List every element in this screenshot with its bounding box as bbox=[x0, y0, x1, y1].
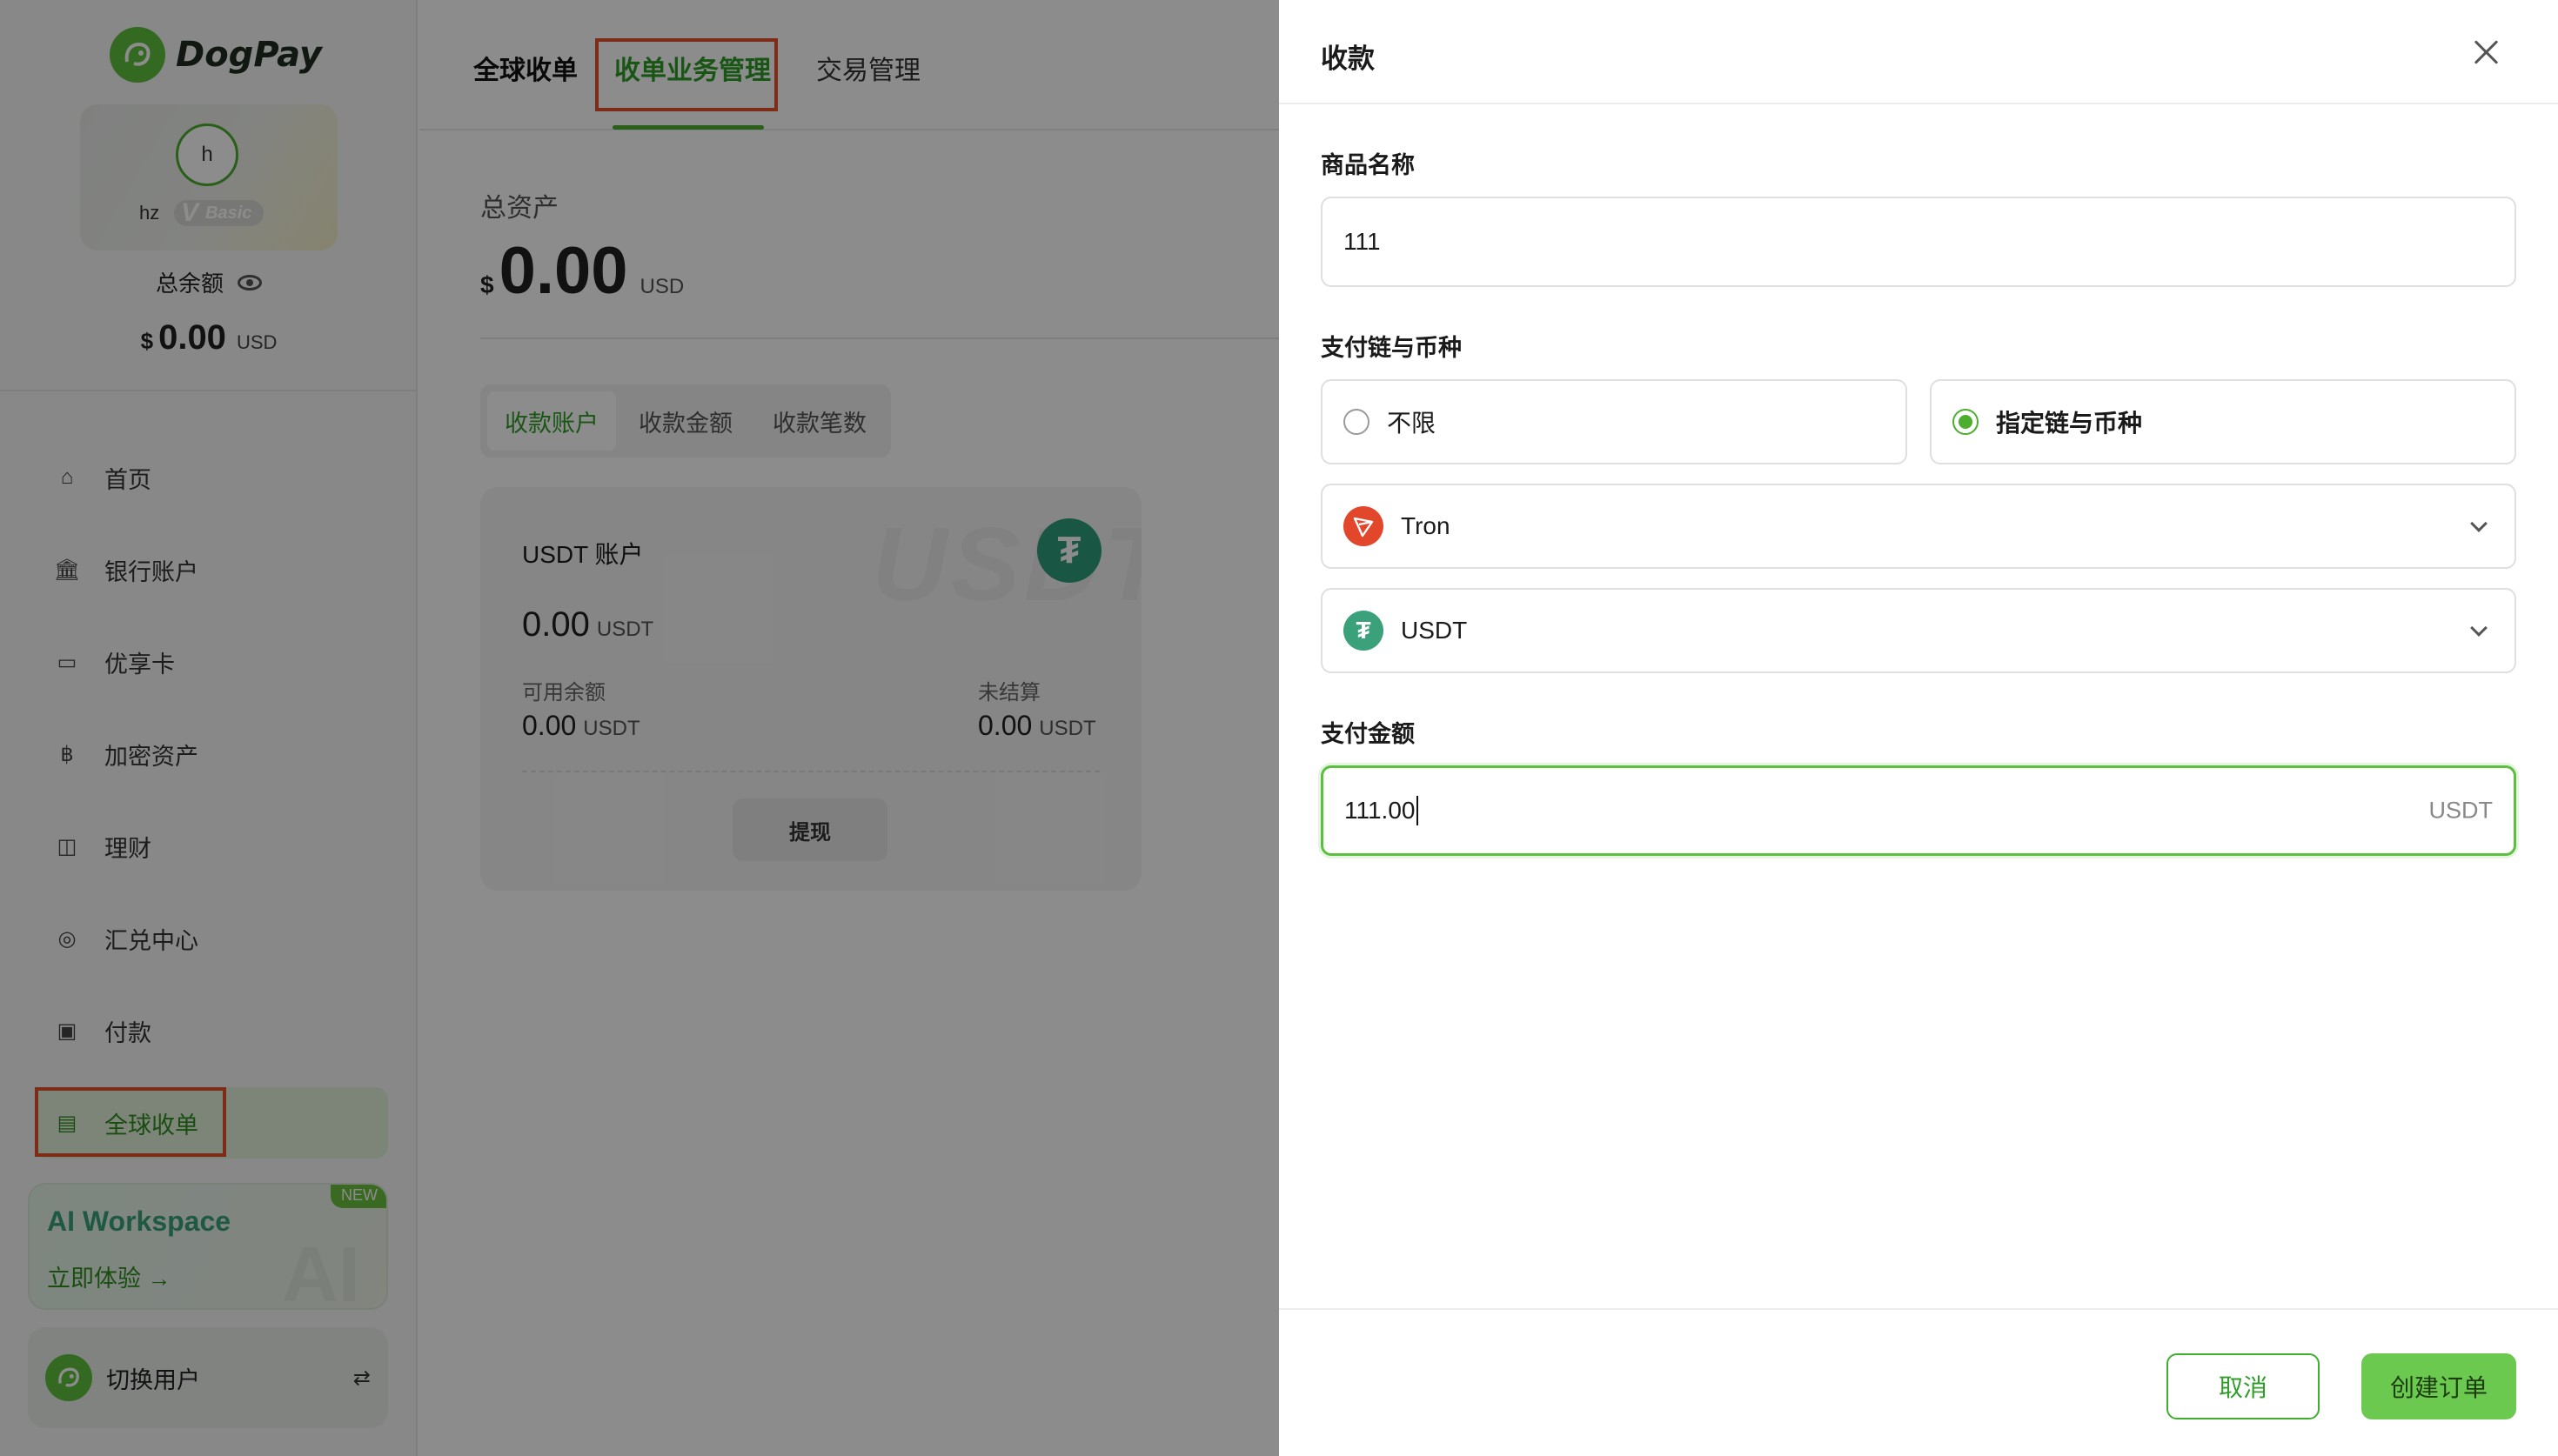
text-caret bbox=[1416, 796, 1419, 825]
radio-unlimited[interactable]: 不限 bbox=[1321, 379, 1907, 464]
radio-specified-chain[interactable]: 指定链与币种 bbox=[1930, 379, 2516, 464]
radio-unlimited-label: 不限 bbox=[1387, 410, 1436, 437]
drawer-footer: 取消 创建订单 bbox=[1279, 1308, 2558, 1456]
cancel-button[interactable]: 取消 bbox=[2166, 1353, 2320, 1419]
product-name-label: 商品名称 bbox=[1321, 152, 1415, 178]
payment-amount-label: 支付金额 bbox=[1321, 721, 1415, 747]
payment-amount-input[interactable]: 111.00 USDT bbox=[1321, 765, 2516, 856]
payment-amount-value: 111.00 bbox=[1344, 797, 1416, 824]
tron-icon bbox=[1343, 506, 1383, 546]
radio-button-selected[interactable] bbox=[1952, 409, 1979, 435]
tether-icon: ₮ bbox=[1343, 611, 1383, 651]
drawer-header: 收款 bbox=[1279, 0, 2558, 104]
radio-button[interactable] bbox=[1343, 409, 1369, 435]
chevron-down-icon bbox=[2470, 515, 2488, 532]
currency-select-value: USDT bbox=[1401, 617, 1468, 644]
product-name-input[interactable]: 111 bbox=[1321, 197, 2516, 287]
modal-backdrop[interactable] bbox=[0, 0, 1279, 1456]
close-icon[interactable] bbox=[2471, 37, 2502, 68]
drawer-title: 收款 bbox=[1321, 43, 1375, 74]
create-order-button[interactable]: 创建订单 bbox=[2361, 1353, 2516, 1419]
chevron-down-icon bbox=[2470, 619, 2488, 637]
amount-unit-suffix: USDT bbox=[2428, 797, 2494, 824]
receive-payment-drawer: 收款 商品名称 111 支付链与币种 不限 指定链与币种 Tron ₮ USDT… bbox=[1279, 0, 2558, 1456]
chain-select-value: Tron bbox=[1401, 512, 1450, 539]
chain-currency-label: 支付链与币种 bbox=[1321, 335, 1462, 361]
radio-specified-label: 指定链与币种 bbox=[1996, 410, 2143, 437]
product-name-value: 111 bbox=[1343, 228, 1381, 255]
currency-select[interactable]: ₮ USDT bbox=[1321, 588, 2516, 673]
chain-select[interactable]: Tron bbox=[1321, 484, 2516, 569]
